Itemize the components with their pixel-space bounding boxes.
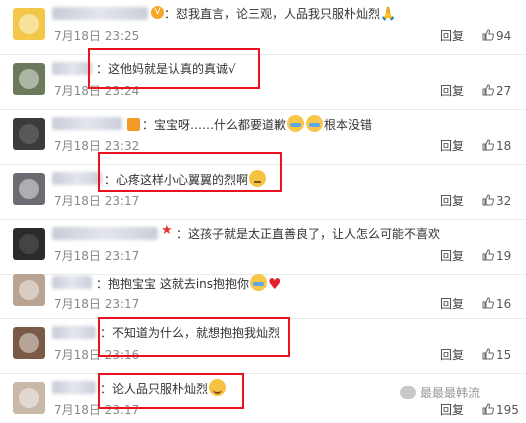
like-button[interactable]: 27	[482, 83, 511, 99]
username-blurred[interactable]	[52, 7, 148, 20]
reply-button[interactable]: 回复	[440, 193, 464, 209]
thumbs-up-icon	[482, 29, 494, 41]
comment-list: V ：怼我直言，论三观，人品我只服朴灿烈🙏 7月18日 23:25 回复 94 …	[0, 0, 526, 423]
comment-row: ：这他妈就是认真的真诚√ 7月18日 23:24 回复 27	[0, 55, 526, 110]
comment-text: ：这他妈就是认真的真诚√	[96, 60, 236, 78]
username-blurred[interactable]	[52, 172, 102, 185]
like-count: 15	[496, 348, 512, 362]
comment-text: ：怼我直言，论三观，人品我只服朴灿烈🙏	[164, 5, 396, 24]
like-button[interactable]: 16	[482, 296, 511, 312]
thumbs-up-icon	[482, 194, 494, 206]
comment-text-content: ：心疼这样小心翼翼的烈啊	[104, 173, 249, 187]
reply-button[interactable]: 回复	[440, 296, 464, 312]
avatar[interactable]	[13, 118, 45, 150]
smile-emoji-icon	[209, 379, 227, 396]
reply-button[interactable]: 回复	[440, 28, 464, 44]
comment-text: ：不知道为什么，就想抱抱我灿烈	[100, 324, 280, 342]
comment-text-content: ：抱抱宝宝 这就去ins抱抱你	[96, 277, 250, 291]
reply-button[interactable]: 回复	[440, 138, 464, 154]
watermark-text: 最最最韩流	[420, 386, 481, 400]
comment-row: ：心疼这样小心翼翼的烈啊 7月18日 23:17 回复 32	[0, 165, 526, 220]
crying-emoji-icon	[287, 115, 305, 132]
comment-text: ：心疼这样小心翼翼的烈啊	[104, 170, 267, 189]
username-blurred[interactable]	[52, 62, 92, 75]
watermark: 最最最韩流	[400, 384, 480, 401]
comment-text-content: ：这孩子就是太正直善良了，让人怎么可能不喜欢	[176, 227, 441, 241]
comment-text-content: 宝宝呀……什么都要道歉	[154, 118, 287, 132]
username-blurred[interactable]	[52, 381, 96, 394]
like-button[interactable]: 32	[482, 193, 511, 209]
comment-time: 7月18日 23:32	[54, 139, 140, 153]
like-count: 94	[496, 29, 512, 43]
like-count: 18	[496, 139, 512, 153]
thumbs-up-icon	[482, 84, 494, 96]
comment-row: ：不知道为什么，就想抱抱我灿烈 7月18日 23:16 回复 15	[0, 319, 526, 374]
comment-text-content: ：怼我直言，论三观，人品我只服朴灿烈	[164, 7, 381, 21]
medal-icon	[127, 118, 140, 131]
avatar[interactable]	[13, 173, 45, 205]
comment-time: 7月18日 23:17	[54, 194, 140, 208]
comment-time: 7月18日 23:17	[54, 297, 140, 311]
like-count: 16	[496, 297, 512, 311]
comment-time: 7月18日 23:17	[54, 403, 140, 417]
like-count: 195	[496, 403, 519, 417]
like-count: 32	[496, 194, 512, 208]
like-count: 27	[496, 84, 512, 98]
worried-emoji-icon	[249, 170, 267, 187]
comment-text: ：这孩子就是太正直善良了，让人怎么可能不喜欢	[176, 225, 440, 243]
thumbs-up-icon	[482, 249, 494, 261]
comment-time: 7月18日 23:16	[54, 348, 140, 362]
username-blurred[interactable]	[52, 326, 96, 339]
thumbs-up-icon	[482, 348, 494, 360]
comment-text: ：论人品只服朴灿烈	[100, 379, 227, 398]
heart-icon: ♥	[268, 275, 282, 293]
reply-button[interactable]: 回复	[440, 83, 464, 99]
comment-time: 7月18日 23:25	[54, 29, 140, 43]
thumbs-up-icon	[482, 297, 494, 309]
like-button[interactable]: 195	[482, 402, 519, 418]
username-blurred[interactable]	[52, 227, 158, 240]
like-button[interactable]: 94	[482, 28, 511, 44]
comment-row: V ：怼我直言，论三观，人品我只服朴灿烈🙏 7月18日 23:25 回复 94	[0, 0, 526, 55]
crying-emoji-icon	[250, 274, 268, 291]
username-blurred[interactable]	[52, 276, 92, 289]
reply-button[interactable]: 回复	[440, 248, 464, 264]
comment-time: 7月18日 23:17	[54, 249, 140, 263]
like-count: 19	[496, 249, 512, 263]
avatar[interactable]	[13, 8, 45, 40]
comment-row: ：抱抱宝宝 这就去ins抱抱你 ♥ 7月18日 23:17 回复 16	[0, 265, 526, 319]
wechat-icon	[400, 386, 416, 399]
comment-text-content: ：这他妈就是认真的真诚√	[96, 62, 236, 76]
star-badge-icon: ★	[161, 223, 173, 238]
comment-text-content: ：不知道为什么，就想抱抱我灿烈	[100, 326, 281, 340]
thumbs-up-icon	[482, 139, 494, 151]
comment-row: ：宝宝呀……什么都要道歉 根本没错 7月18日 23:32 回复 18	[0, 110, 526, 165]
comment-text: ：抱抱宝宝 这就去ins抱抱你 ♥	[96, 274, 281, 293]
crying-emoji-icon	[306, 115, 324, 132]
comment-text-trail: 根本没错	[324, 118, 373, 132]
comment-text-content: ：论人品只服朴灿烈	[100, 382, 209, 396]
thumbs-up-icon	[482, 403, 494, 415]
comment-text: ：宝宝呀……什么都要道歉 根本没错	[127, 115, 372, 134]
like-button[interactable]: 19	[482, 248, 511, 264]
like-button[interactable]: 18	[482, 138, 511, 154]
avatar[interactable]	[13, 327, 45, 359]
pray-icon: 🙏	[380, 7, 397, 22]
reply-button[interactable]: 回复	[440, 402, 464, 418]
like-button[interactable]: 15	[482, 347, 511, 363]
avatar[interactable]	[13, 274, 45, 306]
vip-badge-icon: V	[151, 6, 164, 19]
avatar[interactable]	[13, 228, 45, 260]
comment-time: 7月18日 23:24	[54, 84, 140, 98]
reply-button[interactable]: 回复	[440, 347, 464, 363]
avatar[interactable]	[13, 63, 45, 95]
username-blurred[interactable]	[52, 117, 122, 130]
avatar[interactable]	[13, 382, 45, 414]
